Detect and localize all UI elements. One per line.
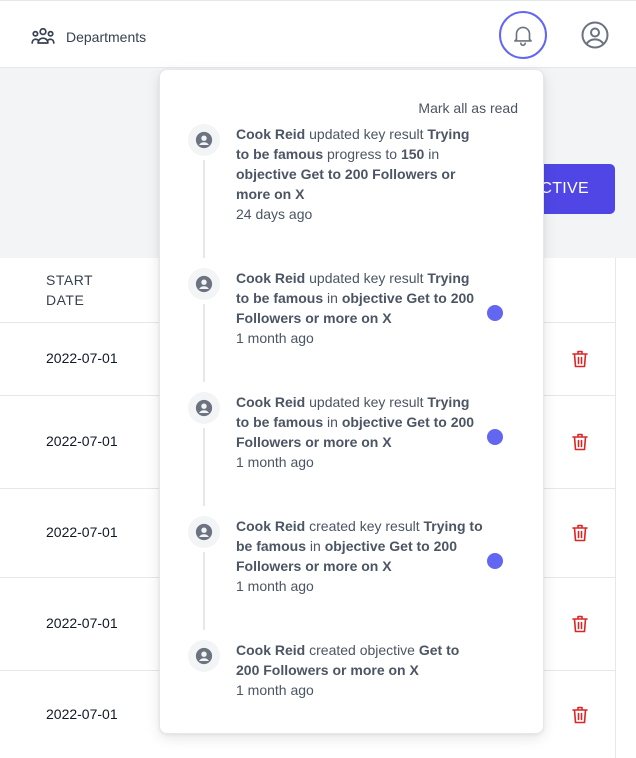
trash-icon[interactable] — [571, 614, 589, 634]
avatar — [188, 268, 220, 300]
create-objective-label: CTIVE — [540, 180, 589, 197]
notification-time: 1 month ago — [236, 578, 314, 594]
notification-time: 1 month ago — [236, 682, 314, 698]
table-cell-start-date: 2022-07-01 — [46, 350, 118, 366]
unread-indicator — [487, 305, 503, 321]
notification-actor: Cook Reid — [236, 270, 306, 286]
notifications-button[interactable] — [499, 11, 547, 59]
user-circle-icon — [581, 21, 609, 49]
departments-label: Departments — [66, 29, 147, 45]
user-avatar-icon — [195, 523, 213, 541]
user-avatar-icon — [195, 647, 213, 665]
avatar — [188, 516, 220, 548]
start-header-line1: START — [46, 272, 94, 288]
table-cell-start-date: 2022-07-01 — [46, 433, 118, 449]
notification-time: 24 days ago — [236, 206, 313, 222]
notification-objective-word: objective — [341, 414, 403, 430]
timeline-connector — [203, 304, 205, 382]
unread-indicator — [487, 553, 503, 569]
notification-text: Cook Reid created objective Get to 200 F… — [236, 640, 486, 700]
user-avatar-icon — [195, 275, 213, 293]
notification-in: in — [309, 538, 321, 554]
avatar — [188, 124, 220, 156]
user-menu-button[interactable] — [579, 19, 611, 51]
notification-item[interactable]: Cook Reid updated key result Trying to b… — [188, 124, 518, 264]
notification-time: 1 month ago — [236, 330, 314, 346]
notification-item[interactable]: Cook Reid created key result Trying to b… — [188, 516, 518, 636]
notification-text: Cook Reid updated key result Trying to b… — [236, 124, 486, 224]
trash-icon[interactable] — [571, 705, 589, 725]
notification-actor: Cook Reid — [236, 394, 306, 410]
user-avatar-icon — [195, 131, 213, 149]
notifications-dropdown: Mark all as read Cook Reid updated key r… — [159, 69, 544, 734]
notification-text: Cook Reid created key result Trying to b… — [236, 516, 486, 596]
notification-middle: progress to — [327, 146, 398, 162]
users-group-icon — [31, 27, 55, 44]
avatar — [188, 392, 220, 424]
unread-indicator — [487, 429, 503, 445]
notification-in: in — [327, 414, 338, 430]
notification-item[interactable]: Cook Reid updated key result Trying to b… — [188, 268, 518, 388]
notification-actor: Cook Reid — [236, 126, 306, 142]
notification-action: updated key result — [309, 394, 424, 410]
start-header-line2: DATE — [46, 292, 85, 308]
table-cell-start-date: 2022-07-01 — [46, 615, 118, 631]
notification-item[interactable]: Cook Reid updated key result Trying to b… — [188, 392, 518, 512]
notification-value: 150 — [400, 146, 425, 162]
notification-action: updated key result — [309, 270, 424, 286]
notification-in: in — [327, 290, 338, 306]
mark-all-read-button[interactable]: Mark all as read — [418, 100, 518, 116]
table-cell-start-date: 2022-07-01 — [46, 524, 118, 540]
notification-text: Cook Reid updated key result Trying to b… — [236, 268, 486, 348]
notification-objective-word: objective — [324, 538, 386, 554]
bell-icon — [514, 26, 532, 47]
notification-action: created objective — [309, 642, 415, 658]
departments-link[interactable]: Departments — [30, 23, 146, 51]
notification-item[interactable]: Cook Reid created objective Get to 200 F… — [188, 640, 518, 710]
table-cell-start-date: 2022-07-01 — [46, 706, 118, 722]
notification-text: Cook Reid updated key result Trying to b… — [236, 392, 486, 472]
notification-actor: Cook Reid — [236, 518, 306, 534]
trash-icon[interactable] — [571, 523, 589, 543]
notification-actor: Cook Reid — [236, 642, 306, 658]
trash-icon[interactable] — [571, 349, 589, 369]
notification-objective-word: objective — [341, 290, 403, 306]
timeline-connector — [203, 552, 205, 630]
timeline-connector — [203, 160, 205, 258]
column-header-start-date: START DATE — [46, 270, 126, 310]
notification-action: updated key result — [309, 126, 424, 142]
notification-objective-word: objective — [236, 166, 297, 182]
timeline-connector — [203, 428, 205, 506]
trash-icon[interactable] — [571, 432, 589, 452]
top-navbar: Departments — [0, 0, 636, 68]
notification-in: in — [428, 146, 440, 162]
avatar — [188, 640, 220, 672]
user-avatar-icon — [195, 399, 213, 417]
notification-action: created key result — [309, 518, 420, 534]
notification-time: 1 month ago — [236, 454, 314, 470]
